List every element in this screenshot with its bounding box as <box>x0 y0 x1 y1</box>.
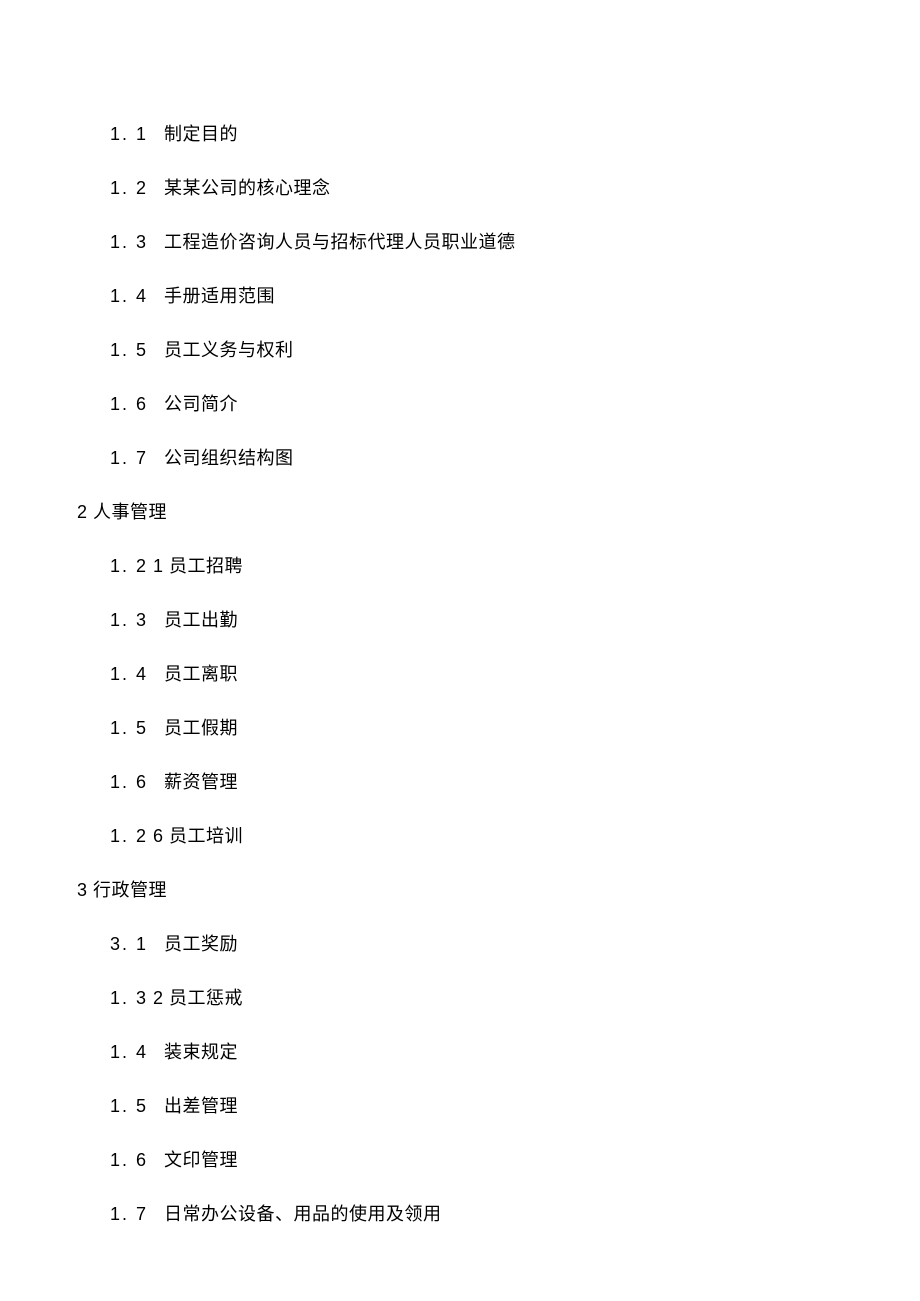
toc-item-number: 1. 3 <box>110 232 148 252</box>
toc-item-label: 装束规定 <box>164 1042 238 1062</box>
toc-item-number: 1. 6 <box>110 772 148 792</box>
toc-item-number: 1. 6 <box>110 1150 148 1170</box>
toc-section-label: 人事管理 <box>93 502 167 522</box>
toc-section-header: 3 行政管理 <box>77 881 920 899</box>
toc-item-label: 日常办公设备、用品的使用及领用 <box>164 1204 442 1224</box>
toc-section-number: 2 <box>77 502 93 522</box>
toc-item-number: 1. 3 <box>110 988 148 1008</box>
toc-item: 1. 7 日常办公设备、用品的使用及领用 <box>110 1205 920 1223</box>
toc-item-label: 薪资管理 <box>164 772 238 792</box>
toc-item-label: 公司简介 <box>164 394 238 414</box>
toc-item: 1. 5 员工假期 <box>110 719 920 737</box>
toc-item: 1. 4 手册适用范围 <box>110 287 920 305</box>
toc-item: 1. 6 公司简介 <box>110 395 920 413</box>
toc-item-number: 1. 5 <box>110 340 148 360</box>
toc-item: 1. 7 公司组织结构图 <box>110 449 920 467</box>
toc-item-label: 出差管理 <box>164 1096 238 1116</box>
toc-item: 1. 4 员工离职 <box>110 665 920 683</box>
toc-item-label: 手册适用范围 <box>164 286 275 306</box>
toc-item-number: 3. 1 <box>110 934 148 954</box>
toc-item-extra-number: 1 <box>153 556 169 576</box>
toc-item-label: 员工招聘 <box>169 556 243 576</box>
toc-item-label: 员工奖励 <box>164 934 238 954</box>
toc-item-number: 1. 7 <box>110 448 148 468</box>
toc-item: 1. 2 6 员工培训 <box>110 827 920 845</box>
toc-item-number: 1. 7 <box>110 1204 148 1224</box>
toc-item-label: 员工培训 <box>169 826 243 846</box>
toc-item-number: 1. 4 <box>110 286 148 306</box>
toc-item-number: 1. 2 <box>110 826 148 846</box>
toc-item: 1. 2 某某公司的核心理念 <box>110 179 920 197</box>
toc-item-label: 工程造价咨询人员与招标代理人员职业道德 <box>164 232 516 252</box>
toc-section-number: 3 <box>77 880 93 900</box>
toc-item: 1. 6 文印管理 <box>110 1151 920 1169</box>
toc-content: 1. 1 制定目的 1. 2 某某公司的核心理念 1. 3 工程造价咨询人员与招标代理人员… <box>0 0 920 1223</box>
toc-item: 1. 4 装束规定 <box>110 1043 920 1061</box>
toc-item-label: 某某公司的核心理念 <box>164 178 331 198</box>
toc-item-label: 员工出勤 <box>164 610 238 630</box>
toc-section-header: 2 人事管理 <box>77 503 920 521</box>
toc-item-label: 制定目的 <box>164 124 238 144</box>
toc-item: 1. 3 员工出勤 <box>110 611 920 629</box>
toc-item-label: 员工离职 <box>164 664 238 684</box>
toc-item-number: 1. 4 <box>110 1042 148 1062</box>
toc-section-label: 行政管理 <box>93 880 167 900</box>
toc-item-label: 公司组织结构图 <box>164 448 294 468</box>
toc-item-number: 1. 4 <box>110 664 148 684</box>
toc-item-label: 员工惩戒 <box>169 988 243 1008</box>
toc-item: 1. 3 工程造价咨询人员与招标代理人员职业道德 <box>110 233 920 251</box>
toc-item-label: 员工义务与权利 <box>164 340 294 360</box>
toc-item: 1. 6 薪资管理 <box>110 773 920 791</box>
toc-item-extra-number: 2 <box>153 988 169 1008</box>
toc-item: 1. 3 2 员工惩戒 <box>110 989 920 1007</box>
toc-item-extra-number: 6 <box>153 826 169 846</box>
toc-item-number: 1. 5 <box>110 1096 148 1116</box>
toc-item-number: 1. 1 <box>110 124 148 144</box>
toc-item-number: 1. 2 <box>110 556 148 576</box>
toc-item-label: 员工假期 <box>164 718 238 738</box>
toc-item-number: 1. 3 <box>110 610 148 630</box>
toc-item-number: 1. 6 <box>110 394 148 414</box>
toc-item-number: 1. 5 <box>110 718 148 738</box>
toc-item: 1. 5 出差管理 <box>110 1097 920 1115</box>
toc-item: 1. 2 1 员工招聘 <box>110 557 920 575</box>
toc-item: 1. 5 员工义务与权利 <box>110 341 920 359</box>
toc-item-label: 文印管理 <box>164 1150 238 1170</box>
toc-item: 3. 1 员工奖励 <box>110 935 920 953</box>
toc-item: 1. 1 制定目的 <box>110 125 920 143</box>
toc-item-number: 1. 2 <box>110 178 148 198</box>
